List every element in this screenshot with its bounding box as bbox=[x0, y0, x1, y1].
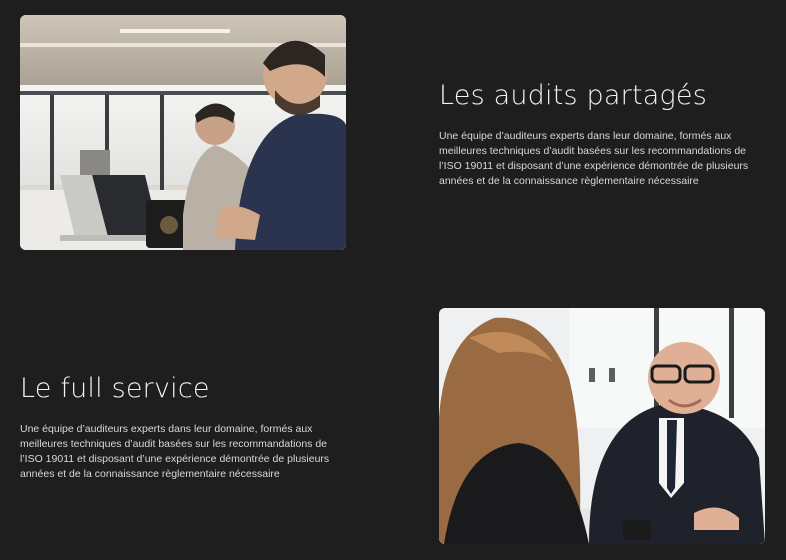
page: Les audits partagés Une équipe d’auditeu… bbox=[0, 0, 786, 560]
section-2-description-line: années et de la connaissance règlementai… bbox=[20, 468, 280, 480]
section-2-photo bbox=[439, 308, 765, 544]
section-1-description-line: l’ISO 19011 et disposant d’une expérienc… bbox=[439, 160, 749, 172]
section-2-description-line: meilleures techniques d’audit basées sur… bbox=[20, 438, 328, 450]
section-1-title: Les audits partagés bbox=[439, 80, 707, 111]
section-1-description-line: Une équipe d’auditeurs experts dans leur… bbox=[439, 130, 732, 142]
section-2-description: Une équipe d’auditeurs experts dans leur… bbox=[20, 422, 340, 482]
section-1-description: Une équipe d’auditeurs experts dans leur… bbox=[439, 129, 759, 189]
section-2-description-line: Une équipe d’auditeurs experts dans leur… bbox=[20, 423, 313, 435]
section-1-description-line: années et de la connaissance règlementai… bbox=[439, 175, 699, 187]
section-1-description-line: meilleures techniques d’audit basées sur… bbox=[439, 145, 747, 157]
section-2-title: Le full service bbox=[20, 373, 210, 404]
section-1-photo bbox=[20, 15, 346, 250]
section-2-description-line: l’ISO 19011 et disposant d’une expérienc… bbox=[20, 453, 330, 465]
